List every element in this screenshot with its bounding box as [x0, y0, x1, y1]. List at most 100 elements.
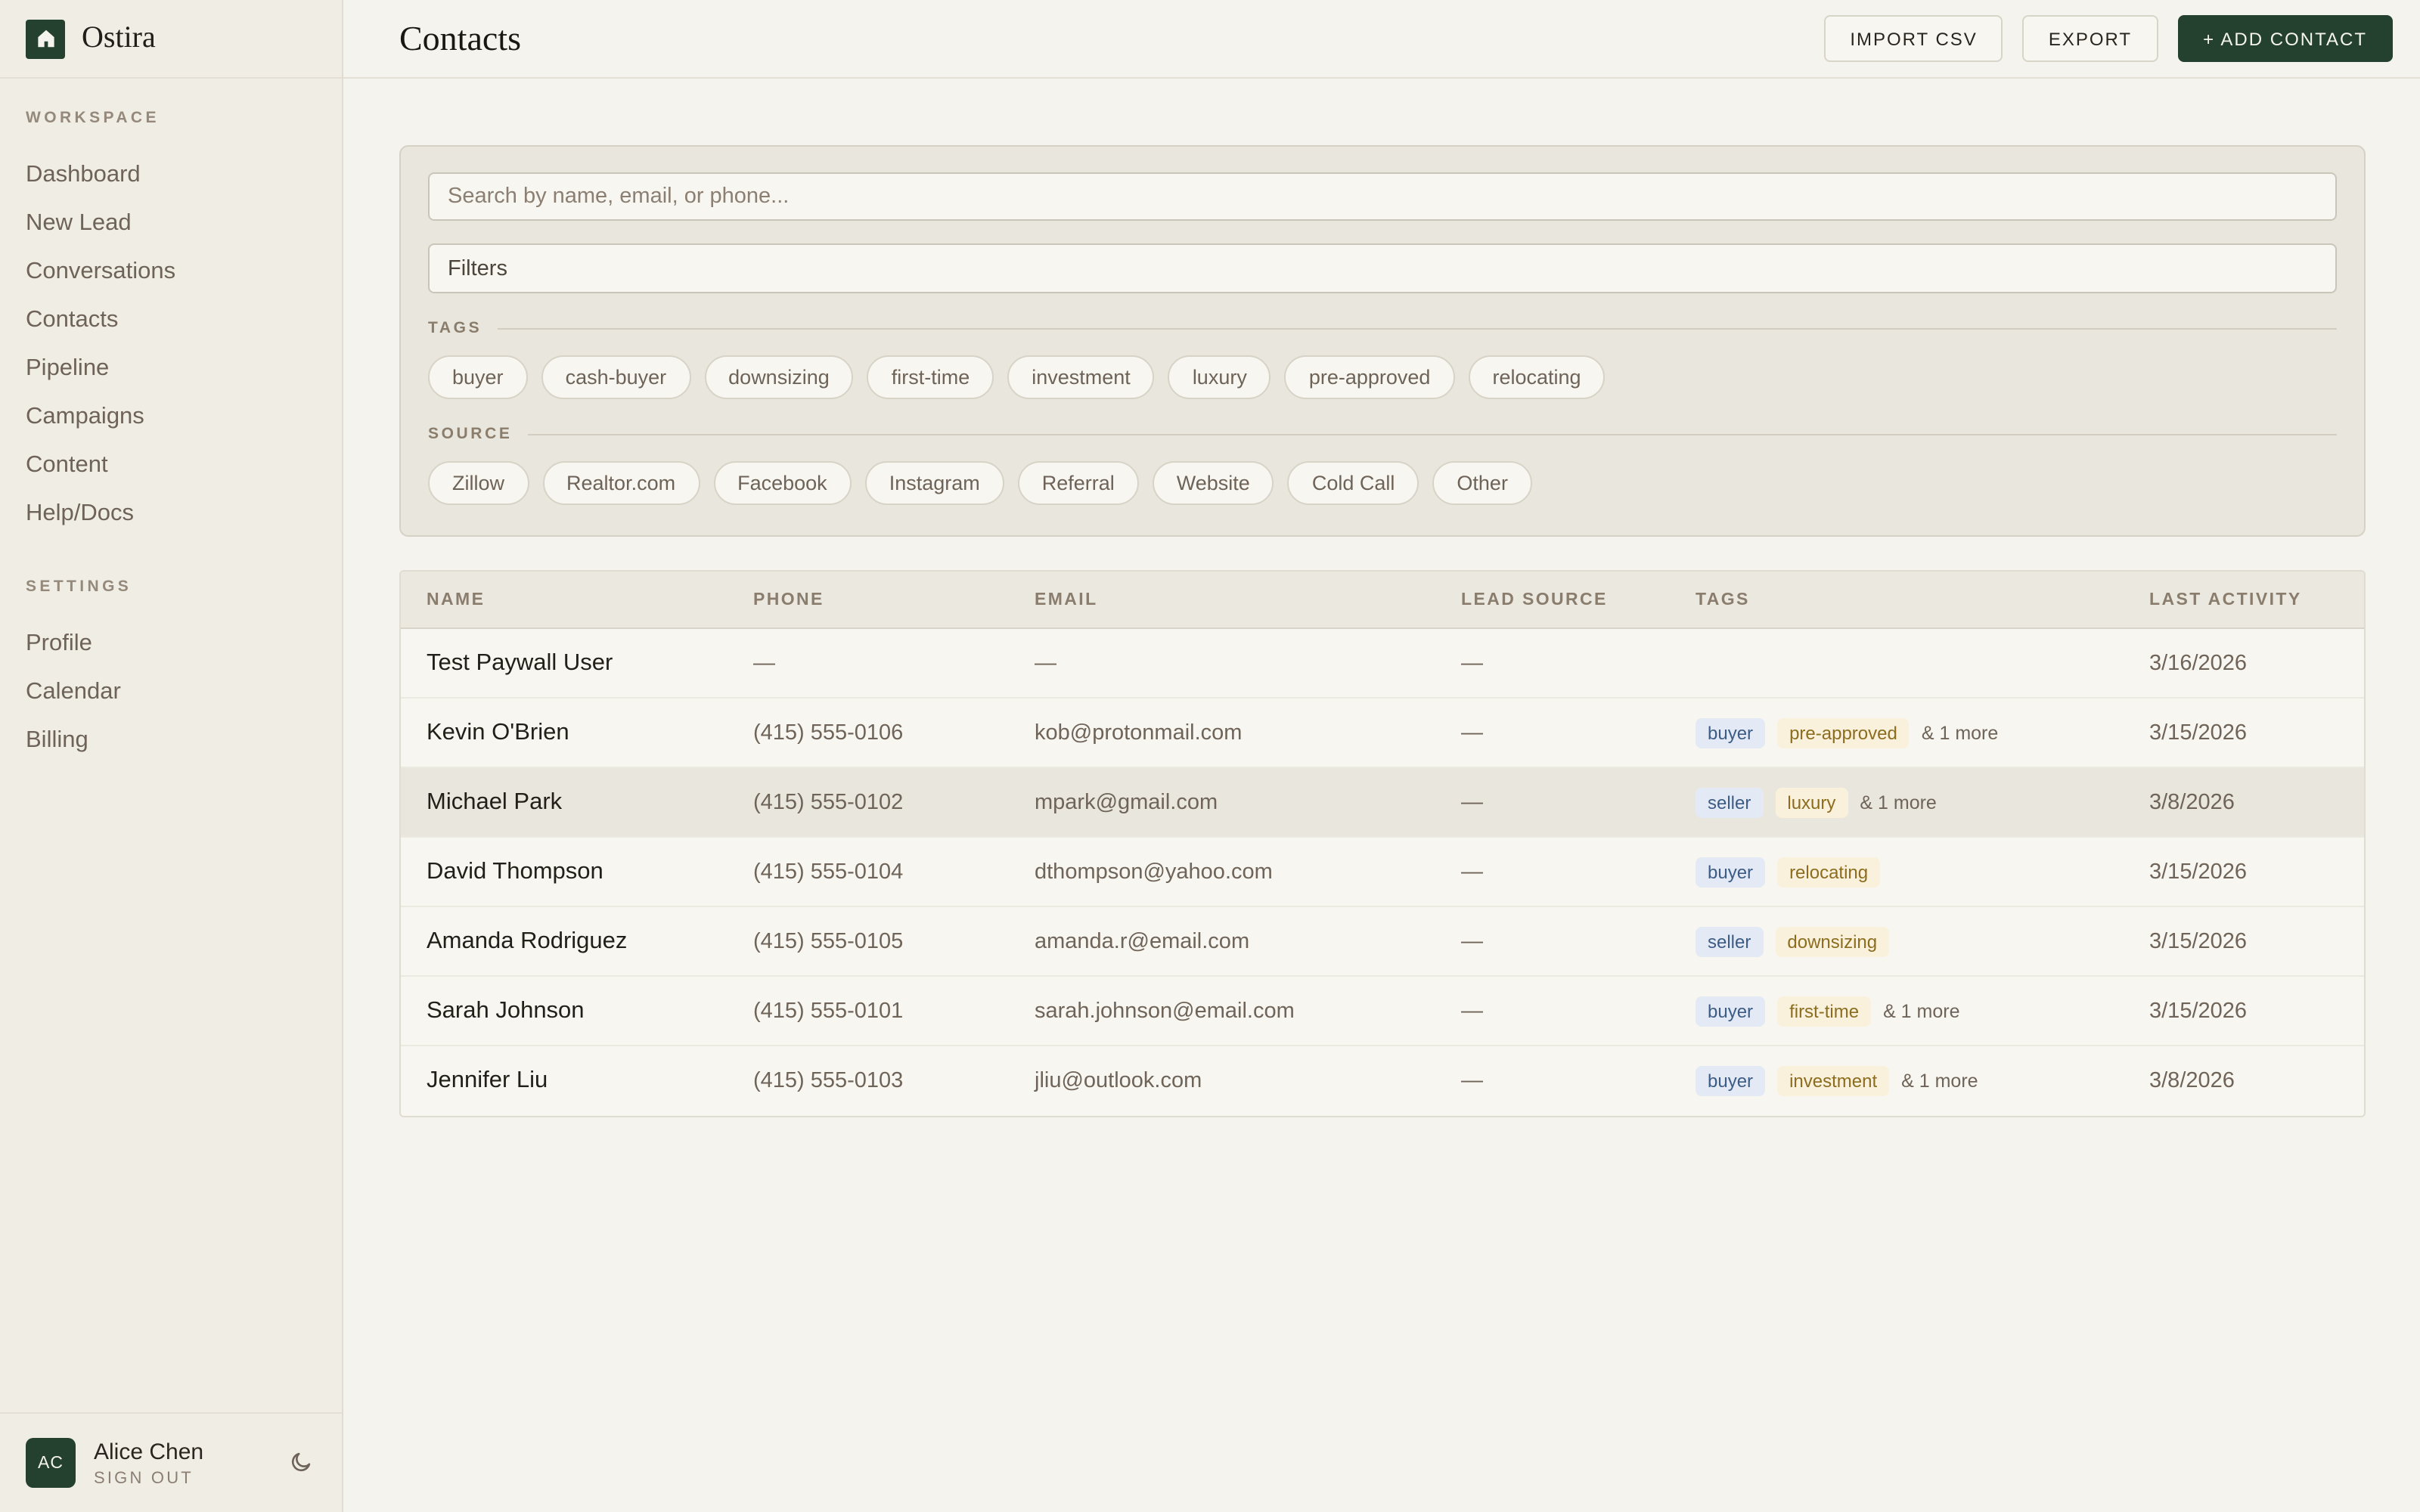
moon-icon[interactable]	[289, 1449, 316, 1476]
tag-filter-chip[interactable]: first-time	[867, 355, 994, 399]
cell-email: dthompson@yahoo.com	[1035, 860, 1461, 884]
source-filter-chip[interactable]: Realtor.com	[542, 461, 700, 505]
content: Filters TAGS buyer cash-buyer downsizing fi…	[343, 79, 2420, 1117]
main: Contacts IMPORT CSV EXPORT + ADD CONTACT…	[343, 0, 2420, 1512]
cell-last-activity: 3/15/2026	[2149, 720, 2338, 745]
brand: Ostira	[0, 0, 342, 79]
cell-name: David Thompson	[427, 858, 753, 885]
cell-lead-source: —	[1461, 860, 1696, 884]
sidebar-item-profile[interactable]: Profile	[17, 620, 325, 668]
user-box: AC Alice Chen SIGN OUT	[0, 1412, 342, 1512]
cell-lead-source: —	[1461, 790, 1696, 814]
cell-lead-source: —	[1461, 651, 1696, 675]
source-filter-chip[interactable]: Zillow	[428, 461, 529, 505]
sidebar-item-content[interactable]: Content	[17, 442, 325, 490]
contact-tag: downsizing	[1775, 926, 1889, 956]
import-csv-button[interactable]: IMPORT CSV	[1824, 15, 2003, 62]
source-filter-chip[interactable]: Facebook	[713, 461, 852, 505]
sidebar-item-help-docs[interactable]: Help/Docs	[17, 490, 325, 538]
contact-tag: luxury	[1775, 787, 1848, 817]
cell-phone: (415) 555-0105	[753, 929, 1035, 953]
tag-filter-chip[interactable]: investment	[1007, 355, 1155, 399]
sidebar-item-dashboard[interactable]: Dashboard	[17, 151, 325, 200]
cell-last-activity: 3/15/2026	[2149, 999, 2338, 1023]
cell-phone: (415) 555-0106	[753, 720, 1035, 745]
source-label: SOURCE	[428, 425, 512, 443]
cell-email: sarah.johnson@email.com	[1035, 999, 1461, 1023]
avatar: AC	[26, 1438, 76, 1488]
contact-tag: seller	[1696, 787, 1763, 817]
cell-name: Jennifer Liu	[427, 1067, 753, 1095]
cell-name: Test Paywall User	[427, 649, 753, 677]
home-icon	[26, 19, 65, 58]
sidebar-item-new-lead[interactable]: New Lead	[17, 200, 325, 248]
column-header: EMAIL	[1035, 590, 1461, 609]
column-header: PHONE	[753, 590, 1035, 609]
table-row[interactable]: Amanda Rodriguez (415) 555-0105 amanda.r…	[401, 907, 2364, 977]
tags-label: TAGS	[428, 319, 482, 337]
cell-tags: buyerpre-approved& 1 more	[1696, 717, 2149, 748]
source-filter-chips: Zillow Realtor.com Facebook Instagram Referr…	[428, 461, 2337, 505]
sidebar-item-contacts[interactable]: Contacts	[17, 296, 325, 345]
contact-tag: buyer	[1696, 717, 1765, 748]
table-row[interactable]: Test Paywall User — — — 3/16/2026	[401, 629, 2364, 699]
add-contact-button[interactable]: + ADD CONTACT	[2177, 15, 2393, 62]
cell-phone: —	[753, 651, 1035, 675]
tag-filter-chip[interactable]: luxury	[1168, 355, 1271, 399]
cell-tags: buyerfirst-time& 1 more	[1696, 996, 2149, 1026]
source-filter-chip[interactable]: Website	[1153, 461, 1274, 505]
sidebar-item-campaigns[interactable]: Campaigns	[17, 393, 325, 442]
table-row[interactable]: David Thompson (415) 555-0104 dthompson@…	[401, 838, 2364, 907]
cell-lead-source: —	[1461, 720, 1696, 745]
sidebar-item-calendar[interactable]: Calendar	[17, 668, 325, 717]
sidebar-item-conversations[interactable]: Conversations	[17, 248, 325, 296]
source-filter-chip[interactable]: Instagram	[865, 461, 1004, 505]
tag-filter-chip[interactable]: pre-approved	[1285, 355, 1455, 399]
user-name: Alice Chen	[94, 1439, 271, 1464]
topbar: Contacts IMPORT CSV EXPORT + ADD CONTACT	[343, 0, 2420, 79]
export-button[interactable]: EXPORT	[2023, 15, 2158, 62]
tag-filter-chip[interactable]: downsizing	[704, 355, 854, 399]
sidebar-item-billing[interactable]: Billing	[17, 717, 325, 765]
cell-phone: (415) 555-0103	[753, 1069, 1035, 1093]
tag-filter-chip[interactable]: relocating	[1468, 355, 1605, 399]
tag-filter-chip[interactable]: cash-buyer	[541, 355, 691, 399]
contact-tag: buyer	[1696, 1066, 1765, 1096]
source-filter-chip[interactable]: Cold Call	[1288, 461, 1419, 505]
contact-tag: first-time	[1777, 996, 1871, 1026]
cell-last-activity: 3/8/2026	[2149, 790, 2338, 814]
cell-name: Michael Park	[427, 789, 753, 816]
more-tags-count: & 1 more	[1901, 1070, 1978, 1092]
table-body: Test Paywall User — — — 3/16/2026 Kevin …	[401, 629, 2364, 1116]
cell-last-activity: 3/8/2026	[2149, 1069, 2338, 1093]
table-row[interactable]: Sarah Johnson (415) 555-0101 sarah.johns…	[401, 977, 2364, 1046]
table-row[interactable]: Jennifer Liu (415) 555-0103 jliu@outlook…	[401, 1046, 2364, 1116]
cell-lead-source: —	[1461, 1069, 1696, 1093]
settings-section-label: SETTINGS	[26, 578, 316, 596]
more-tags-count: & 1 more	[1883, 1000, 1959, 1021]
filters-toggle[interactable]: Filters	[428, 243, 2337, 293]
settings-nav-list: ProfileCalendarBilling	[26, 620, 316, 765]
cell-lead-source: —	[1461, 999, 1696, 1023]
table-header-row: NAMEPHONEEMAILLEAD SOURCETAGSLAST ACTIVI…	[401, 572, 2364, 629]
search-input[interactable]	[428, 172, 2337, 221]
cell-last-activity: 3/15/2026	[2149, 929, 2338, 953]
page-title: Contacts	[399, 19, 521, 58]
cell-phone: (415) 555-0101	[753, 999, 1035, 1023]
column-header: LEAD SOURCE	[1461, 590, 1696, 609]
table-row[interactable]: Kevin O'Brien (415) 555-0106 kob@protonm…	[401, 699, 2364, 768]
contact-tag: seller	[1696, 926, 1763, 956]
source-group-label: SOURCE	[428, 425, 2337, 443]
table-row[interactable]: Michael Park (415) 555-0102 mpark@gmail.…	[401, 768, 2364, 838]
cell-phone: (415) 555-0104	[753, 860, 1035, 884]
filters-label: Filters	[448, 256, 507, 280]
source-filter-chip[interactable]: Other	[1432, 461, 1532, 505]
cell-email: mpark@gmail.com	[1035, 790, 1461, 814]
contact-tag: relocating	[1777, 857, 1880, 887]
tag-filter-chip[interactable]: buyer	[428, 355, 528, 399]
sidebar-item-pipeline[interactable]: Pipeline	[17, 345, 325, 393]
column-header: NAME	[427, 590, 753, 609]
source-filter-chip[interactable]: Referral	[1018, 461, 1139, 505]
sign-out-button[interactable]: SIGN OUT	[94, 1469, 271, 1487]
tag-filter-chips: buyer cash-buyer downsizing first-time inves…	[428, 355, 2337, 399]
